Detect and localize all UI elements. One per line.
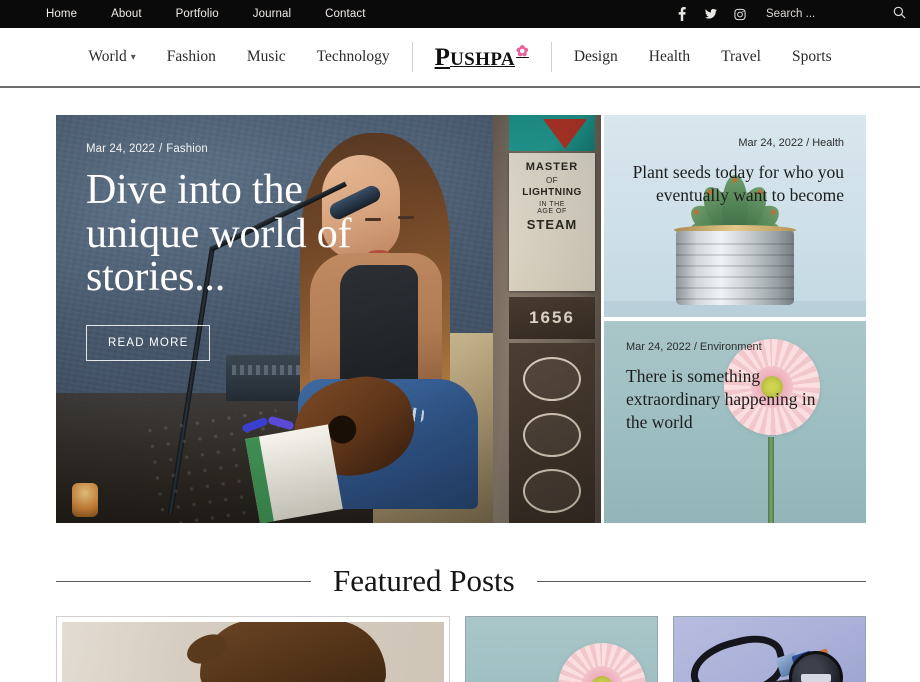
top-navigation: Home About Portfolio Journal Contact (46, 8, 366, 20)
hero-main-meta: Mar 24, 2022/Fashion (86, 143, 416, 155)
top-bar-right (676, 0, 920, 28)
hero-side-card-environment-separator: / (693, 341, 697, 353)
hero-side-card-health-date: Mar 24, 2022 (738, 137, 804, 149)
divider-left (56, 580, 311, 582)
nav-item-world-label: World (88, 48, 127, 65)
featured-posts-header: Featured Posts (56, 563, 866, 599)
featured-card-1[interactable] (56, 616, 450, 682)
featured-card-1-image (62, 622, 444, 682)
main-nav-left-group: World ▾ Fashion Music Technology (88, 48, 389, 66)
featured-card-2[interactable] (465, 616, 658, 682)
hero-main-title[interactable]: Dive into the unique world of stories... (86, 168, 416, 300)
nav-item-world[interactable]: World ▾ (88, 48, 135, 66)
featured-card-2-image (466, 617, 657, 682)
hero-main-card[interactable]: MASTER OF LIGHTNING IN THE AGE OF STEAM … (56, 115, 601, 523)
main-nav-right-group: Design Health Travel Sports (574, 48, 832, 66)
featured-posts-grid (56, 616, 866, 682)
nav-divider-left (411, 42, 413, 72)
nav-item-travel[interactable]: Travel (721, 48, 761, 66)
hero-main-date: Mar 24, 2022 (86, 143, 155, 155)
topnav-item-contact[interactable]: Contact (325, 8, 365, 20)
hero-side-card-environment-date: Mar 24, 2022 (626, 341, 691, 353)
nav-item-health[interactable]: Health (649, 48, 690, 66)
site-logo[interactable]: P USHPA ✿ (434, 43, 529, 71)
topnav-item-about[interactable]: About (111, 8, 142, 20)
hero-side-card-environment-title[interactable]: There is something extraordinary happeni… (626, 365, 831, 433)
hero-section: MASTER OF LIGHTNING IN THE AGE OF STEAM … (56, 115, 866, 523)
hero-side-card-environment-meta: Mar 24, 2022/Environment (626, 341, 831, 353)
hero-side-card-health-category[interactable]: Health (812, 137, 844, 149)
read-more-button[interactable]: READ MORE (86, 325, 211, 362)
nav-divider-right (550, 42, 552, 72)
featured-posts-heading: Featured Posts (333, 563, 515, 598)
nav-item-music[interactable]: Music (247, 48, 286, 66)
topnav-item-portfolio[interactable]: Portfolio (176, 8, 219, 20)
top-utility-bar: Home About Portfolio Journal Contact (0, 0, 920, 28)
twitter-icon[interactable] (705, 7, 717, 21)
hero-side-card-health[interactable]: Mar 24, 2022/Health Plant seeds today fo… (604, 115, 866, 317)
nav-item-technology[interactable]: Technology (317, 48, 390, 66)
flower-icon: ✿ (516, 43, 529, 60)
nav-item-sports[interactable]: Sports (792, 48, 832, 66)
hero-side-card-environment[interactable]: Mar 24, 2022/Environment There is someth… (604, 321, 866, 523)
featured-card-3-image (674, 617, 865, 682)
search-submit-button[interactable] (893, 6, 906, 22)
divider-right (536, 580, 866, 582)
chevron-down-icon: ▾ (130, 52, 136, 63)
nav-item-design[interactable]: Design (574, 48, 618, 66)
main-navigation-bar: World ▾ Fashion Music Technology P USHPA ✿ … (0, 28, 920, 88)
featured-card-3[interactable] (673, 616, 866, 682)
hero-side-card-health-text: Mar 24, 2022/Health Plant seeds today fo… (629, 137, 844, 207)
search-icon (893, 6, 906, 22)
nav-item-fashion[interactable]: Fashion (167, 48, 216, 66)
topnav-item-journal[interactable]: Journal (253, 8, 291, 20)
hero-side-card-environment-text: Mar 24, 2022/Environment There is someth… (626, 341, 831, 433)
social-links (676, 7, 746, 21)
hero-side-card-health-meta: Mar 24, 2022/Health (629, 137, 844, 149)
hero-side-card-health-separator: / (806, 137, 810, 149)
search-input[interactable] (766, 8, 866, 20)
hero-main-category[interactable]: Fashion (166, 143, 208, 155)
instagram-icon[interactable] (734, 7, 746, 21)
hero-side-column: Mar 24, 2022/Health Plant seeds today fo… (604, 115, 866, 523)
hero-side-card-environment-category[interactable]: Environment (700, 341, 762, 353)
hero-main-text: Mar 24, 2022/Fashion Dive into the uniqu… (86, 143, 416, 362)
search-area[interactable] (766, 6, 906, 22)
topnav-item-home[interactable]: Home (46, 8, 77, 20)
hero-side-card-health-title[interactable]: Plant seeds today for who you eventually… (629, 161, 844, 207)
logo-rest: USHPA (450, 48, 516, 70)
logo-first-letter: P (434, 43, 451, 71)
hero-main-separator: / (158, 143, 163, 155)
facebook-icon[interactable] (676, 7, 688, 21)
